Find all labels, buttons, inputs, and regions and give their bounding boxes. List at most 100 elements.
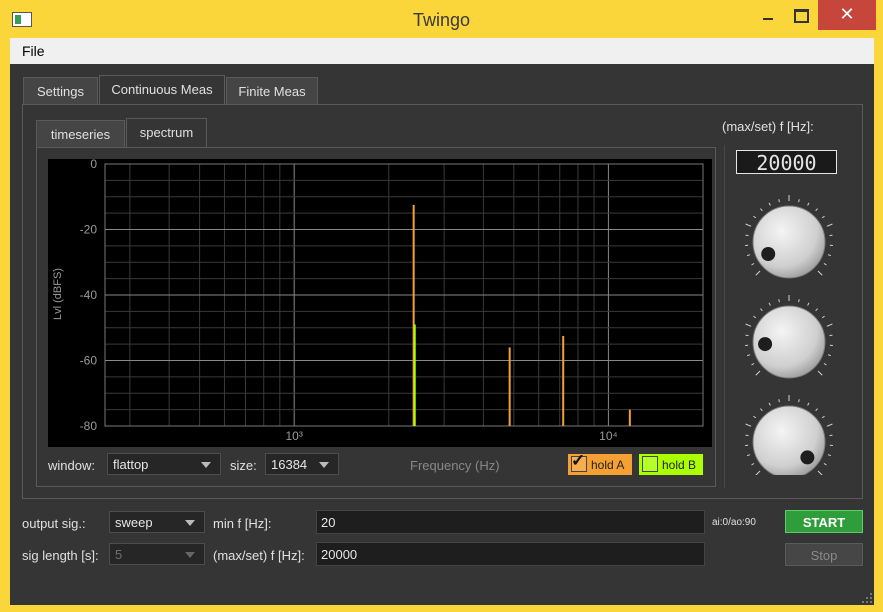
chart-background bbox=[48, 159, 712, 447]
window-label: window: bbox=[48, 458, 95, 473]
hold-b-checkbox[interactable] bbox=[642, 456, 658, 472]
knob-tick bbox=[815, 208, 818, 212]
knob-tick bbox=[745, 323, 752, 327]
knob-tick bbox=[760, 308, 763, 312]
knob-tick bbox=[798, 299, 800, 303]
output-sig-value: sweep bbox=[115, 515, 153, 530]
app-window: Twingo ✕ File Settings Continuous Meas F… bbox=[0, 0, 883, 612]
spectrum-chart[interactable]: 0 -20 -40 -60 -80 10³ 10⁴ Lvl (dBFS) bbox=[48, 159, 712, 447]
knob-tick bbox=[821, 215, 825, 219]
knob-panel: (max/set) f [Hz]: 20000 bbox=[722, 119, 852, 488]
knob-tick bbox=[807, 202, 810, 206]
x-tick-label: 10⁴ bbox=[599, 429, 618, 443]
knob-tick bbox=[821, 315, 825, 319]
knob-tick bbox=[815, 308, 818, 312]
knob-tick bbox=[745, 223, 752, 227]
menu-file[interactable]: File bbox=[22, 43, 45, 59]
knob-tick bbox=[815, 408, 818, 412]
menu-bar: File bbox=[10, 38, 874, 64]
knob-tick bbox=[745, 423, 752, 427]
sig-length-value: 5 bbox=[115, 547, 123, 562]
knob-tick bbox=[778, 299, 780, 303]
min-f-input[interactable]: 20 bbox=[316, 510, 705, 534]
knob-level[interactable] bbox=[752, 405, 826, 475]
checkmark-icon: ✓ bbox=[571, 451, 586, 470]
knob-tick bbox=[798, 199, 800, 203]
tab-spectrum[interactable]: spectrum bbox=[126, 118, 207, 148]
knob-tick bbox=[751, 362, 755, 366]
x-tick-label: 10³ bbox=[286, 429, 303, 443]
knob-tick bbox=[823, 362, 827, 366]
max-f-label: (max/set) f [Hz]: bbox=[213, 548, 305, 563]
frequency-axis-label: Frequency (Hz) bbox=[410, 458, 500, 473]
spectrum-bar-hold-b bbox=[413, 324, 416, 426]
chevron-down-icon bbox=[185, 552, 195, 558]
knob-tick bbox=[826, 423, 833, 427]
window-select-value: flattop bbox=[113, 457, 149, 472]
knob-tick bbox=[827, 354, 832, 357]
knob-tick bbox=[826, 323, 833, 327]
close-icon: ✕ bbox=[839, 4, 855, 24]
knob-tick bbox=[768, 402, 771, 406]
knob-tick bbox=[755, 470, 761, 475]
knob-tick bbox=[746, 454, 751, 457]
knob-tick bbox=[751, 262, 755, 266]
resize-grip-icon[interactable] bbox=[862, 593, 872, 603]
output-sig-select[interactable]: sweep bbox=[109, 511, 205, 533]
knob-tick bbox=[778, 399, 780, 403]
y-tick-label: 0 bbox=[90, 159, 97, 171]
max-f-input[interactable]: 20000 bbox=[316, 542, 705, 566]
sig-length-select[interactable]: 5 bbox=[109, 543, 205, 565]
title-bar[interactable]: Twingo ✕ bbox=[0, 0, 883, 38]
knob-tick bbox=[817, 470, 823, 475]
y-tick-label: -20 bbox=[80, 223, 98, 237]
close-button[interactable]: ✕ bbox=[818, 0, 876, 30]
knob-tick bbox=[768, 302, 771, 306]
knob-tick bbox=[753, 415, 757, 419]
knob-tick bbox=[817, 370, 823, 376]
size-select[interactable]: 16384 bbox=[265, 453, 339, 475]
knob-tick bbox=[807, 402, 810, 406]
tab-continuous-meas[interactable]: Continuous Meas bbox=[99, 75, 225, 105]
chevron-down-icon bbox=[185, 520, 195, 526]
knob-tick bbox=[817, 270, 823, 276]
knob-tick bbox=[798, 399, 800, 403]
continuous-meas-panel: timeseries spectrum 0 -20 -40 -60 -80 10³ 10⁴ L… bbox=[22, 104, 863, 499]
knob-tick bbox=[753, 215, 757, 219]
knob-tick bbox=[823, 262, 827, 266]
spectrum-bar-hold-a bbox=[562, 335, 565, 426]
tab-finite-meas[interactable]: Finite Meas bbox=[226, 77, 318, 104]
stop-button[interactable]: Stop bbox=[785, 543, 863, 566]
io-status-text: ai:0/ao:90 bbox=[712, 517, 756, 528]
tab-timeseries[interactable]: timeseries bbox=[36, 120, 125, 147]
y-tick-label: -60 bbox=[80, 354, 98, 368]
knob-group bbox=[745, 195, 833, 475]
knob-indicator-dot bbox=[758, 337, 773, 352]
start-button[interactable]: START bbox=[785, 510, 863, 533]
knob-tick bbox=[778, 199, 780, 203]
tab-settings[interactable]: Settings bbox=[23, 77, 98, 104]
hold-b-toggle[interactable]: hold B bbox=[639, 454, 703, 475]
knob-tick bbox=[821, 415, 825, 419]
hold-a-label: hold A bbox=[591, 458, 625, 472]
knob-indicator-dot bbox=[761, 247, 776, 261]
knob-tick bbox=[755, 270, 761, 276]
knob-tick bbox=[827, 454, 832, 457]
y-tick-label: -80 bbox=[80, 419, 98, 433]
knob-tick bbox=[807, 302, 810, 306]
y-axis-label: Lvl (dBFS) bbox=[52, 268, 64, 320]
size-select-value: 16384 bbox=[271, 457, 308, 472]
knob-tick bbox=[826, 223, 833, 227]
chevron-down-icon bbox=[201, 462, 211, 468]
knob-tick bbox=[768, 202, 771, 206]
knob-tick bbox=[755, 370, 761, 376]
knob-tick bbox=[760, 208, 763, 212]
hold-a-toggle[interactable]: ✓ hold A bbox=[568, 451, 632, 475]
knob-max-frequency[interactable] bbox=[752, 205, 826, 279]
maximize-icon bbox=[794, 9, 809, 23]
knob-tick bbox=[760, 408, 763, 412]
window-select[interactable]: flattop bbox=[107, 453, 221, 475]
hold-b-label: hold B bbox=[662, 458, 697, 472]
output-sig-label: output sig.: bbox=[22, 516, 86, 531]
knob-tick bbox=[823, 462, 827, 466]
